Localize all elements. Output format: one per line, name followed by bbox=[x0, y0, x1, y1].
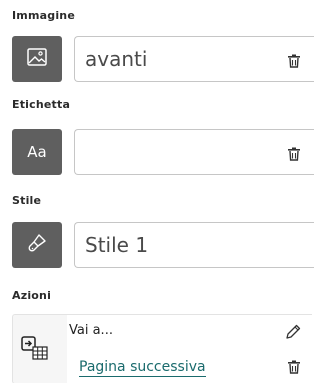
trash-icon[interactable] bbox=[287, 53, 301, 68]
goto-table-icon bbox=[21, 335, 49, 361]
action-title: Vai a... bbox=[69, 323, 113, 338]
action-details: Vai a... Pagina successiva bbox=[67, 315, 317, 383]
style-section-label: Stile bbox=[12, 194, 42, 207]
trash-icon[interactable] bbox=[287, 359, 301, 374]
properties-panel: Immagine avanti Etichetta Aa Stile Stile… bbox=[0, 0, 317, 383]
style-value: Stile 1 bbox=[85, 233, 149, 257]
action-item[interactable]: Vai a... Pagina successiva bbox=[12, 314, 317, 383]
style-field[interactable]: Stile 1 bbox=[74, 222, 314, 268]
text-icon: Aa bbox=[27, 143, 47, 161]
brush-icon bbox=[27, 233, 47, 257]
label-section-label: Etichetta bbox=[12, 98, 71, 111]
image-value: avanti bbox=[85, 47, 148, 71]
style-picker-button[interactable] bbox=[12, 222, 62, 268]
pencil-icon[interactable] bbox=[285, 324, 301, 340]
image-icon bbox=[27, 48, 47, 70]
action-target-link[interactable]: Pagina successiva bbox=[79, 359, 206, 377]
image-picker-button[interactable] bbox=[12, 36, 62, 82]
actions-section-label: Azioni bbox=[12, 289, 52, 302]
label-field[interactable] bbox=[74, 129, 314, 175]
label-format-button[interactable]: Aa bbox=[12, 129, 62, 175]
image-field[interactable]: avanti bbox=[74, 36, 314, 82]
image-section-label: Immagine bbox=[12, 9, 75, 22]
trash-icon[interactable] bbox=[287, 146, 301, 161]
